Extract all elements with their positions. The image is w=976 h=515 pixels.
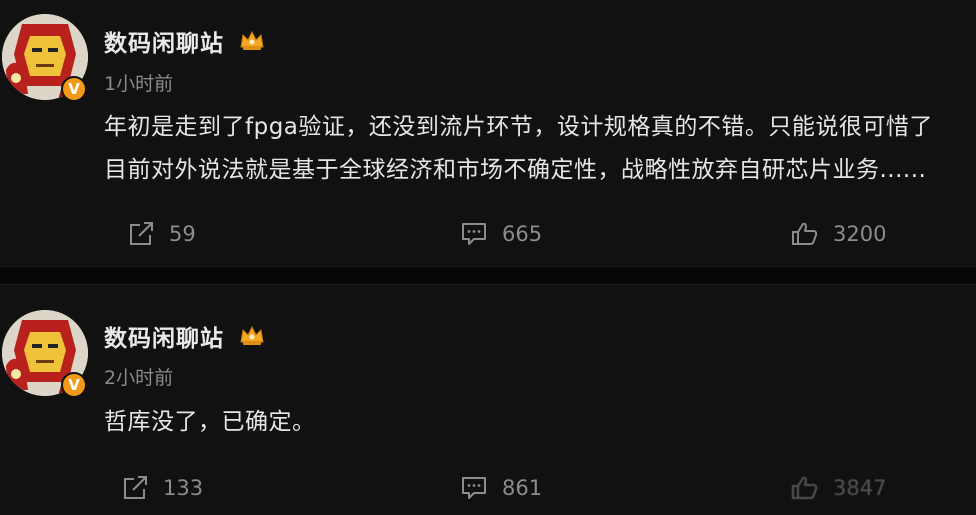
post-time: 2小时前 [104, 367, 174, 389]
like-count: 3200 [833, 222, 887, 246]
share-icon [121, 475, 149, 501]
weibo-feed: V 数码闲聊站 1小时前 年初是走到了fpga验证，还没到流片环节，设计规格真的… [0, 0, 976, 515]
like-button[interactable]: 3200 [791, 219, 886, 249]
comment-button[interactable]: 665 [460, 219, 542, 249]
comment-icon [460, 221, 488, 247]
author-name[interactable]: 数码闲聊站 [104, 24, 265, 58]
comment-icon [460, 475, 488, 501]
crown-badge-icon [239, 29, 265, 57]
share-icon [127, 221, 155, 247]
comment-count: 861 [502, 476, 543, 500]
like-count: 3847 [833, 476, 887, 500]
share-count: 133 [163, 476, 204, 500]
author-name-text[interactable]: 数码闲聊站 [104, 31, 224, 57]
author-name-text[interactable]: 数码闲聊站 [104, 326, 224, 352]
post-card: V 数码闲聊站 1小时前 年初是走到了fpga验证，还没到流片环节，设计规格真的… [0, 0, 976, 266]
content-line: 哲库没了，已确定。 [104, 409, 316, 435]
post-content[interactable]: 哲库没了，已确定。 [104, 401, 976, 444]
share-button[interactable]: 133 [121, 473, 203, 503]
comment-count: 665 [502, 222, 543, 246]
content-line: 年初是走到了fpga验证，还没到流片环节，设计规格真的不错。只能说很可惜了 [104, 114, 933, 140]
like-button[interactable]: 3847 [791, 473, 886, 503]
share-count: 59 [169, 222, 196, 246]
thumbs-up-icon [791, 475, 819, 501]
post-time: 1小时前 [104, 73, 174, 95]
verified-badge: V [61, 76, 87, 102]
post-content[interactable]: 年初是走到了fpga验证，还没到流片环节，设计规格真的不错。只能说很可惜了 目前… [104, 106, 976, 192]
content-line: 目前对外说法就是基于全球经济和市场不确定性，战略性放弃自研芯片业务...... [104, 157, 927, 183]
share-button[interactable]: 59 [127, 219, 196, 249]
crown-badge-icon [239, 324, 265, 352]
post-card: V 数码闲聊站 2小时前 哲库没了，已确定。 133 861 3847 [0, 285, 976, 515]
author-name[interactable]: 数码闲聊站 [104, 319, 265, 353]
post-divider [0, 266, 976, 285]
comment-button[interactable]: 861 [460, 473, 542, 503]
verified-badge: V [61, 372, 87, 398]
thumbs-up-icon [791, 221, 819, 247]
